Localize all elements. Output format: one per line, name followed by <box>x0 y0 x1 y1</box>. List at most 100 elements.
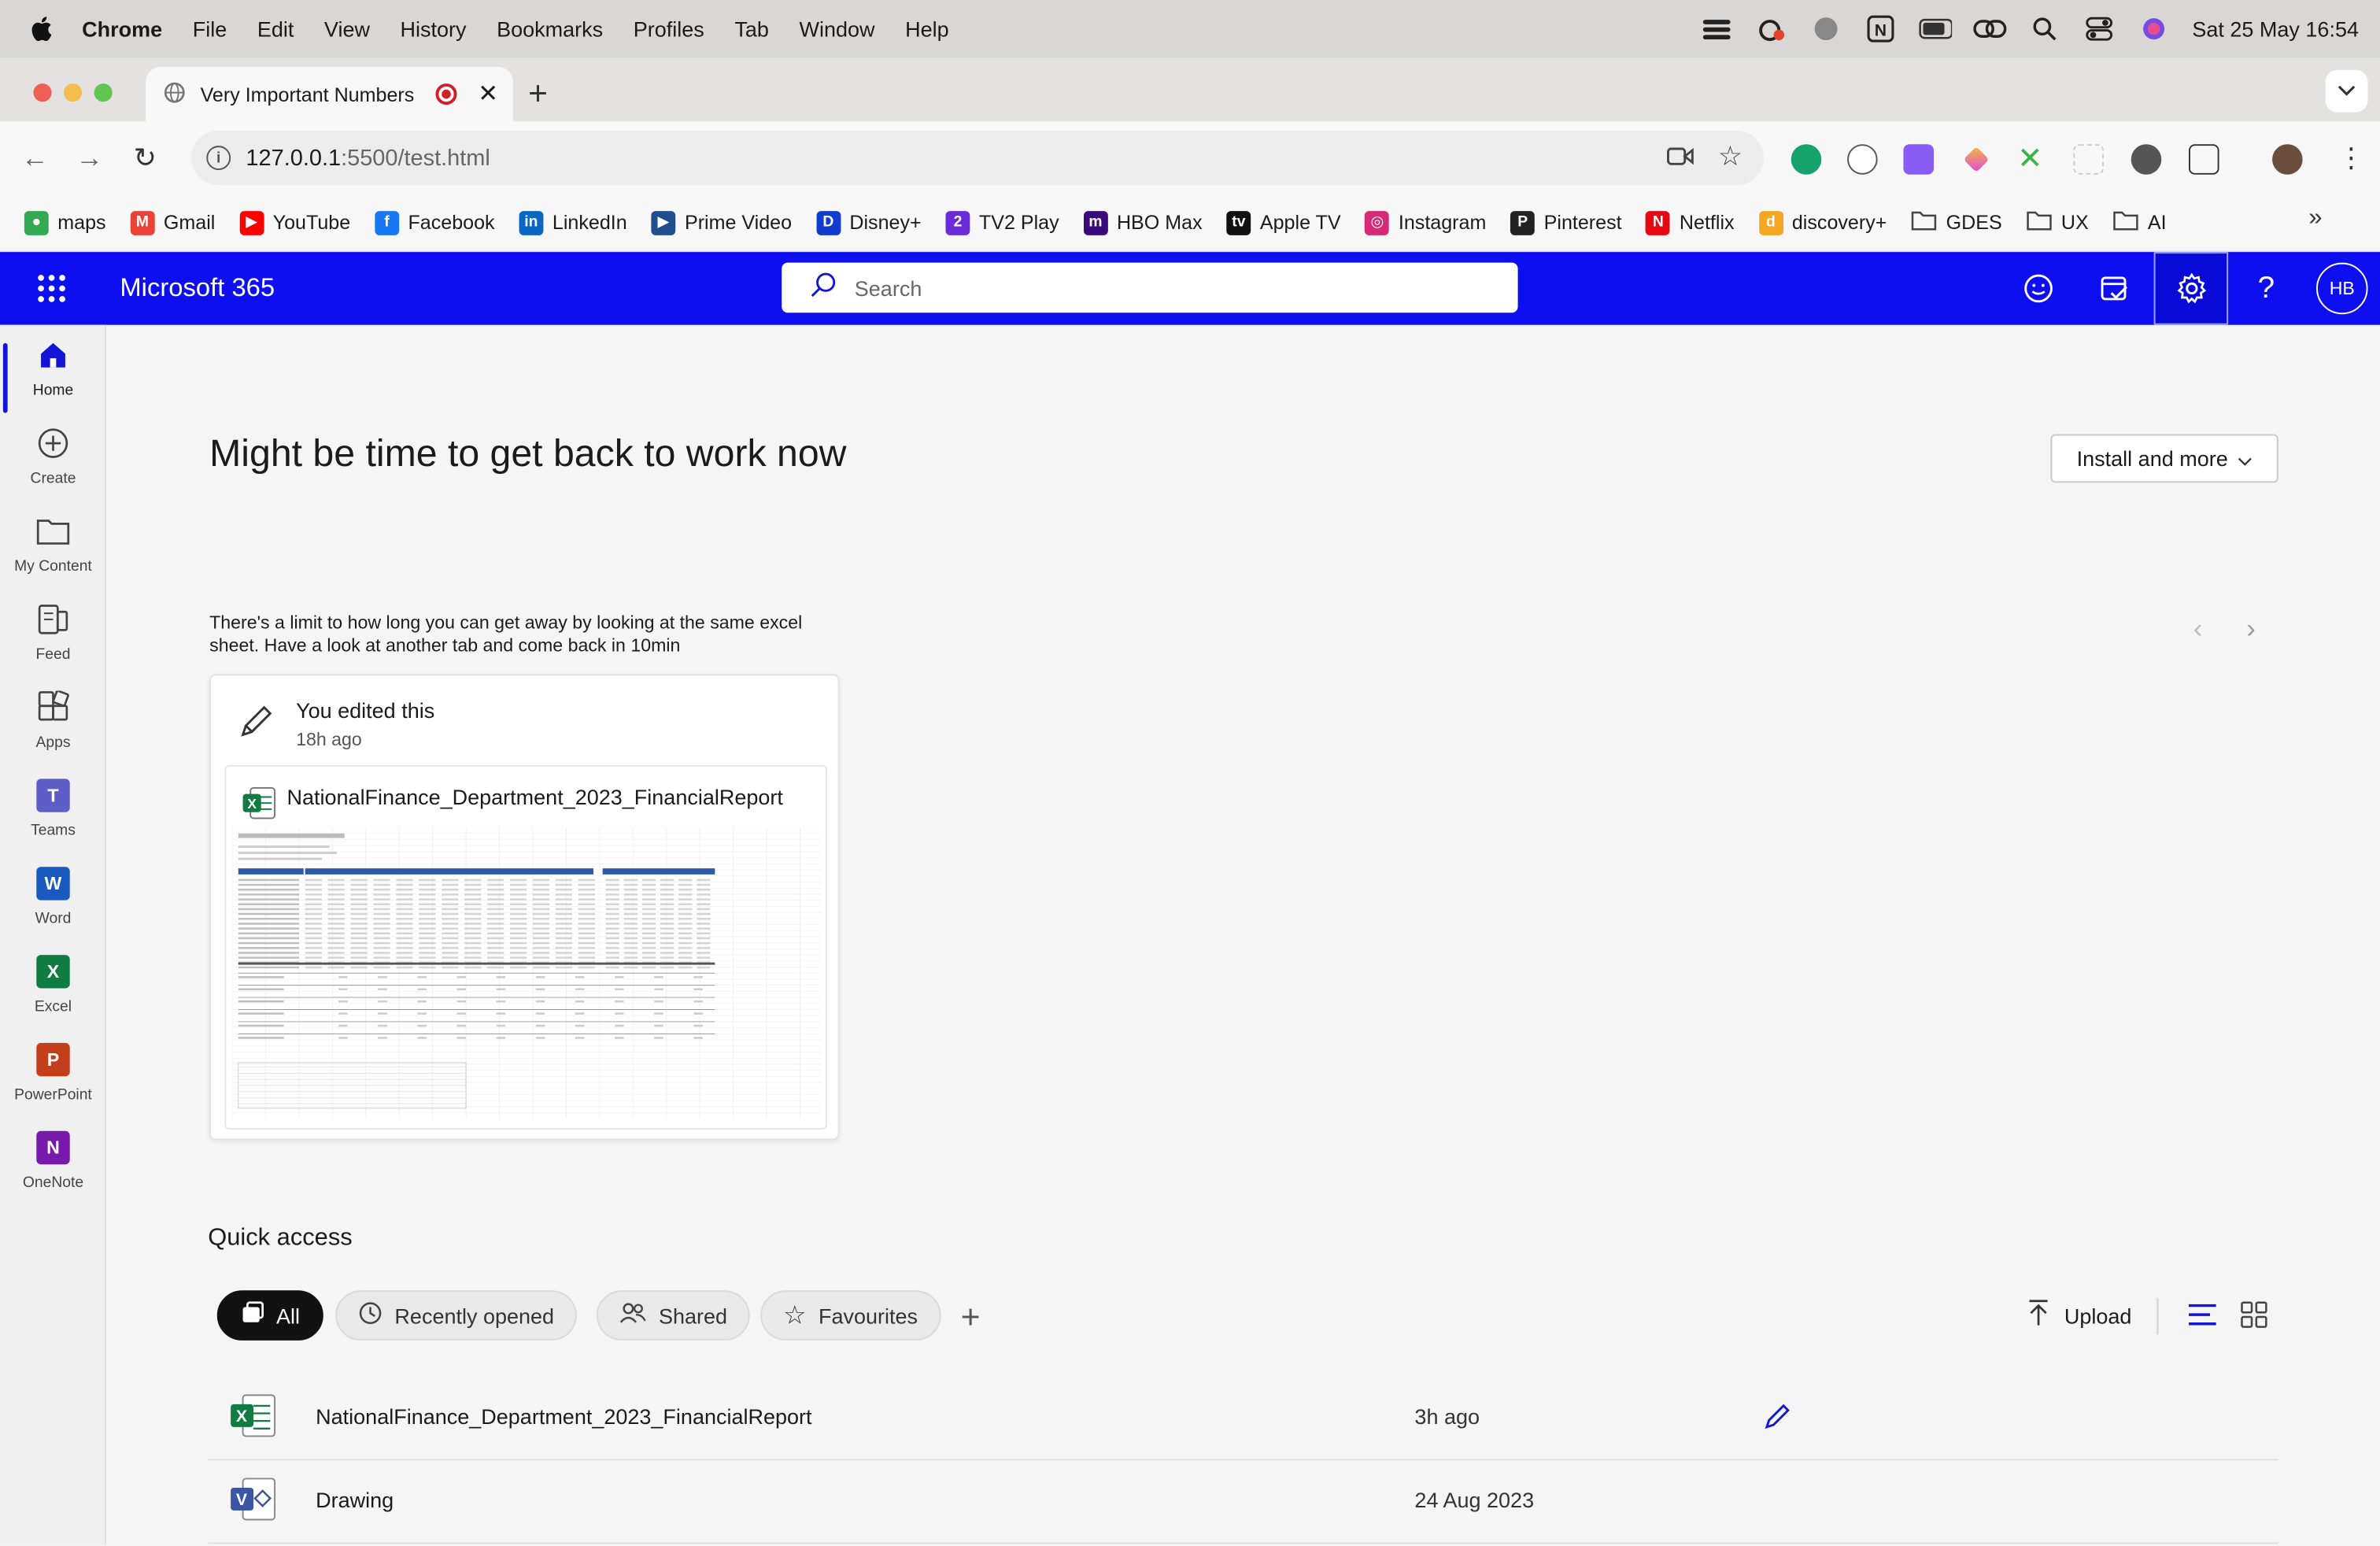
bookmark-disney[interactable]: D Disney+ <box>815 210 922 235</box>
menu-view[interactable]: View <box>324 17 370 41</box>
menu-window[interactable]: Window <box>799 17 874 41</box>
app-launcher-waffle-icon[interactable] <box>38 275 65 302</box>
rail-item-my-content[interactable]: My Content <box>0 513 106 601</box>
file-row[interactable]: V Drawing 24 Aug 2023 <box>208 1460 2278 1544</box>
file-name[interactable]: NationalFinance_Department_2023_Financia… <box>316 1404 811 1429</box>
rail-item-word[interactable]: W Word <box>0 865 106 953</box>
address-bar[interactable]: i 127.0.0.1:5500/test.html ☆ <box>190 130 1764 186</box>
bookmark-star-icon[interactable]: ☆ <box>1718 141 1743 172</box>
siri-icon[interactable] <box>2138 15 2171 43</box>
reload-icon[interactable]: ↻ <box>134 142 157 174</box>
file-row[interactable]: X NationalFinance_Department_2023_Financ… <box>208 1377 2278 1461</box>
camera-icon[interactable] <box>1667 146 1694 173</box>
grammarly-extension-icon[interactable] <box>1791 144 1822 175</box>
cloud-sync-icon[interactable] <box>1755 15 1788 43</box>
globe-menubar-icon[interactable] <box>1809 15 1842 43</box>
rail-item-onenote[interactable]: N OneNote <box>0 1130 106 1218</box>
minimize-window-button[interactable] <box>63 83 83 102</box>
bookmark-pinterest[interactable]: P Pinterest <box>1510 210 1622 235</box>
bookmark-ai[interactable]: AI <box>2113 209 2167 235</box>
bookmark-prime-video[interactable]: ▶ Prime Video <box>651 210 792 235</box>
rail-item-apps[interactable]: Apps <box>0 690 106 778</box>
bookmark-instagram[interactable]: ◎ Instagram <box>1365 210 1486 235</box>
forward-arrow-icon[interactable]: → <box>76 142 103 174</box>
profile-avatar-icon[interactable] <box>2272 144 2303 175</box>
spotlight-search-icon[interactable] <box>2028 15 2061 43</box>
file-name[interactable]: Drawing <box>316 1488 394 1512</box>
control-center-icon[interactable] <box>2082 15 2116 43</box>
extensions-puzzle-icon[interactable] <box>2188 144 2219 175</box>
maximize-window-button[interactable] <box>94 83 113 102</box>
bookmark-netflix[interactable]: N Netflix <box>1646 210 1735 235</box>
browser-tab-active[interactable]: Very Important Numbers ✕ <box>146 66 513 122</box>
account-avatar[interactable]: HB <box>2315 262 2368 315</box>
link-icon[interactable] <box>1973 15 2007 43</box>
rail-item-feed[interactable]: Feed <box>0 601 106 690</box>
bookmark-tv2-play[interactable]: 2 TV2 Play <box>945 210 1059 235</box>
rail-label: Feed <box>35 646 71 664</box>
close-window-button[interactable] <box>33 83 52 102</box>
back-arrow-icon[interactable]: ← <box>21 142 49 174</box>
menu-history[interactable]: History <box>401 17 467 41</box>
filter-recently-opened[interactable]: Recently opened <box>335 1290 578 1341</box>
bookmark-maps[interactable]: ● maps <box>24 210 106 235</box>
settings-button[interactable] <box>2153 252 2229 325</box>
bookmark-ux[interactable]: UX <box>2027 209 2089 235</box>
dim-extension-icon[interactable] <box>2073 144 2104 175</box>
apple-logo-icon[interactable] <box>31 15 55 43</box>
stack-icon[interactable] <box>1700 15 1733 43</box>
bookmark-gmail[interactable]: M Gmail <box>130 210 215 235</box>
bookmark-youtube[interactable]: ▶ YouTube <box>239 210 350 235</box>
filter-shared[interactable]: Shared <box>596 1290 751 1341</box>
menu-bookmarks[interactable]: Bookmarks <box>497 17 603 41</box>
new-tab-button[interactable]: + <box>528 74 548 113</box>
bookmark-linkedin[interactable]: in LinkedIn <box>519 210 627 235</box>
rail-item-powerpoint[interactable]: P PowerPoint <box>0 1041 106 1130</box>
add-filter-icon[interactable]: + <box>961 1298 981 1337</box>
upload-button[interactable]: Upload <box>2028 1300 2131 1332</box>
more-bookmarks-icon[interactable]: » <box>2308 205 2322 232</box>
menu-profiles[interactable]: Profiles <box>634 17 704 41</box>
bookmark-discovery[interactable]: d discovery+ <box>1758 210 1887 235</box>
filter-all[interactable]: All <box>216 1290 323 1341</box>
chrome-menu-icon[interactable]: ⋮ <box>2338 142 2365 174</box>
grid-view-icon[interactable] <box>2241 1301 2268 1336</box>
carousel-next-icon[interactable]: › <box>2246 613 2256 645</box>
rail-item-teams[interactable]: T Teams <box>0 777 106 865</box>
facebook-icon: f <box>375 210 399 235</box>
site-info-icon[interactable]: i <box>206 146 231 170</box>
bookmark-apple-tv[interactable]: tv Apple TV <box>1226 210 1341 235</box>
menu-edit[interactable]: Edit <box>257 17 294 41</box>
menu-app-name[interactable]: Chrome <box>82 17 162 41</box>
tab-search-chevron-icon[interactable] <box>2325 69 2368 113</box>
menu-tab[interactable]: Tab <box>734 17 769 41</box>
carousel-prev-icon[interactable]: ‹ <box>2193 613 2203 645</box>
close-tab-icon[interactable]: ✕ <box>478 79 498 109</box>
filter-favourites[interactable]: ☆ Favourites <box>760 1290 941 1341</box>
purple-extension-icon[interactable] <box>1903 144 1934 175</box>
feedback-smiley-icon[interactable] <box>2020 270 2057 306</box>
help-question-icon[interactable]: ? <box>2248 270 2284 306</box>
notion-icon[interactable]: N <box>1864 15 1898 43</box>
m365-search-input[interactable]: Search <box>782 262 1518 313</box>
rail-item-excel[interactable]: X Excel <box>0 953 106 1041</box>
recommended-file-card[interactable]: You edited this 18h ago X NationalFinanc… <box>209 674 840 1141</box>
calendar-tasks-icon[interactable] <box>2096 270 2132 306</box>
menu-help[interactable]: Help <box>905 17 949 41</box>
install-and-more-button[interactable]: Install and more <box>2050 434 2278 483</box>
list-view-icon[interactable] <box>2187 1301 2218 1336</box>
file-preview[interactable]: X NationalFinance_Department_2023_Financ… <box>224 764 828 1130</box>
rail-item-create[interactable]: Create <box>0 425 106 513</box>
wordpress-extension-icon[interactable] <box>2131 144 2162 175</box>
x-extension-icon[interactable]: ✕ <box>2017 144 2048 175</box>
rm-extension-icon[interactable] <box>1847 144 1878 175</box>
bookmark-gdes[interactable]: GDES <box>1911 209 2002 235</box>
menu-file[interactable]: File <box>193 17 227 41</box>
edit-pencil-icon[interactable] <box>1762 1401 1793 1436</box>
menubar-clock[interactable]: Sat 25 May 16:54 <box>2192 17 2359 41</box>
battery-icon[interactable] <box>1919 15 1953 43</box>
bookmark-facebook[interactable]: f Facebook <box>375 210 495 235</box>
rail-item-home[interactable]: Home <box>0 337 106 425</box>
m365-brand[interactable]: Microsoft 365 <box>120 273 275 304</box>
bookmark-hbo-max[interactable]: m HBO Max <box>1083 210 1203 235</box>
